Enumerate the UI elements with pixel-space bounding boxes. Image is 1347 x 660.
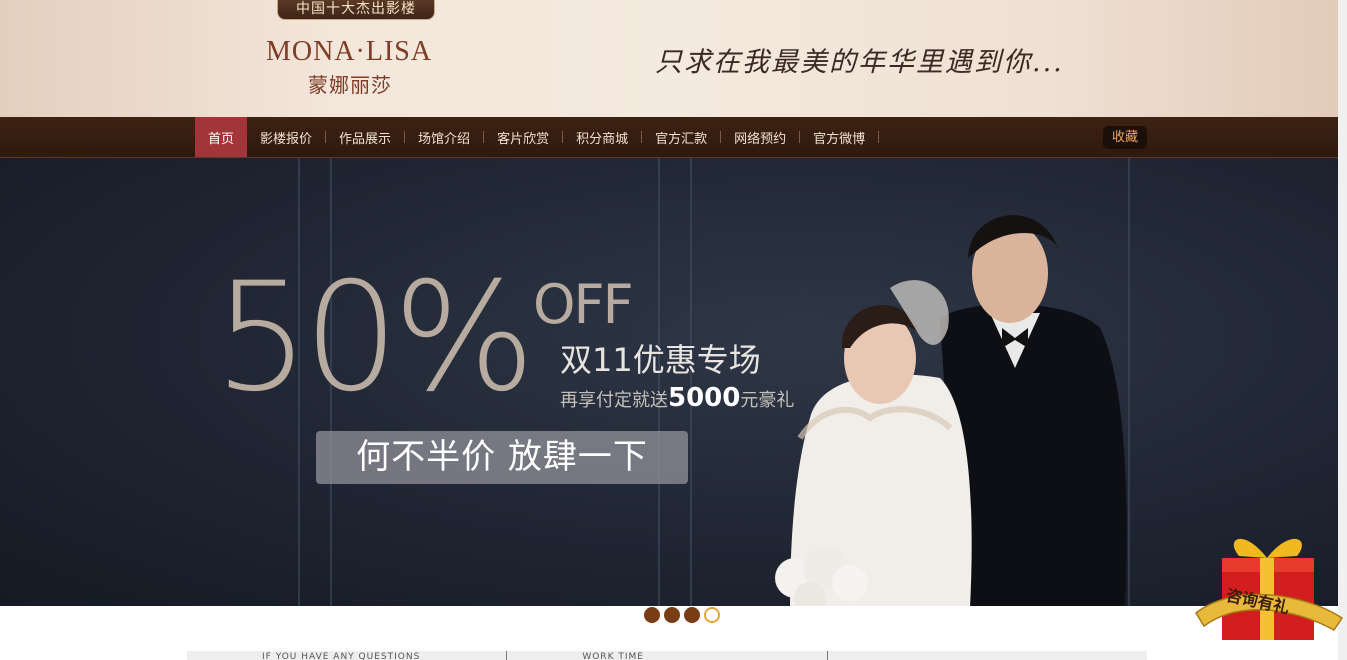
promo-amount: 5000 [668,383,741,413]
nav-list: 首页 影楼报价 作品展示 场馆介绍 客片欣赏 积分商城 官方汇款 网络预约 官方… [195,117,880,157]
logo-english[interactable]: MONA·LISA [266,36,456,68]
slider-dots [644,607,720,623]
nav-item-remittance[interactable]: 官方汇款 [642,117,720,157]
nav-item-booking[interactable]: 网络预约 [721,117,799,157]
logo-chinese[interactable]: 蒙娜丽莎 [308,69,392,98]
info-strip: IF YOU HAVE ANY QUESTIONS WORK TIME [187,651,1147,660]
nav-item-points-mall[interactable]: 积分商城 [563,117,641,157]
couple-photo [775,215,1127,606]
nav-item-weibo[interactable]: 官方微博 [800,117,878,157]
nav-divider [878,131,880,143]
nav-item-client-photos[interactable]: 客片欣赏 [484,117,562,157]
nav-item-pricing[interactable]: 影楼报价 [247,117,325,157]
questions-heading: IF YOU HAVE ANY QUESTIONS [262,652,421,660]
discount-off: OFF [533,273,634,336]
promo-banner[interactable]: 50% OFF 双11优惠专场 再享付定就送5000元豪礼 何不半价 放肆一下 [0,158,1338,606]
discount-percent: 50% [214,251,535,425]
promo-title: 双11优惠专场 [560,341,761,379]
gift-consult-icon[interactable] [1194,518,1344,648]
favorite-button[interactable]: 收藏 [1103,126,1147,149]
main-nav: 首页 影楼报价 作品展示 场馆介绍 客片欣赏 积分商城 官方汇款 网络预约 官方… [0,117,1338,158]
slider-dot-4-active[interactable] [704,607,720,623]
third-column [828,651,1147,660]
slider-dot-2[interactable] [664,607,680,623]
worktime-heading: WORK TIME [582,652,644,660]
award-badge: 中国十大杰出影楼 [277,0,435,20]
site-header: 中国十大杰出影楼 MONA·LISA 蒙娜丽莎 只求在我最美的年华里遇到你... [0,0,1338,117]
slider-dot-3[interactable] [684,607,700,623]
slogan: 只求在我最美的年华里遇到你... [655,47,1064,78]
worktime-column: WORK TIME [507,651,828,660]
promo-sub-prefix: 再享付定就送 [560,390,668,411]
promo-cta[interactable]: 何不半价 放肆一下 [316,431,688,484]
nav-item-works[interactable]: 作品展示 [326,117,404,157]
questions-column: IF YOU HAVE ANY QUESTIONS [187,651,508,660]
nav-item-home[interactable]: 首页 [195,117,248,157]
slider-dot-1[interactable] [644,607,660,623]
nav-item-venue[interactable]: 场馆介绍 [405,117,483,157]
